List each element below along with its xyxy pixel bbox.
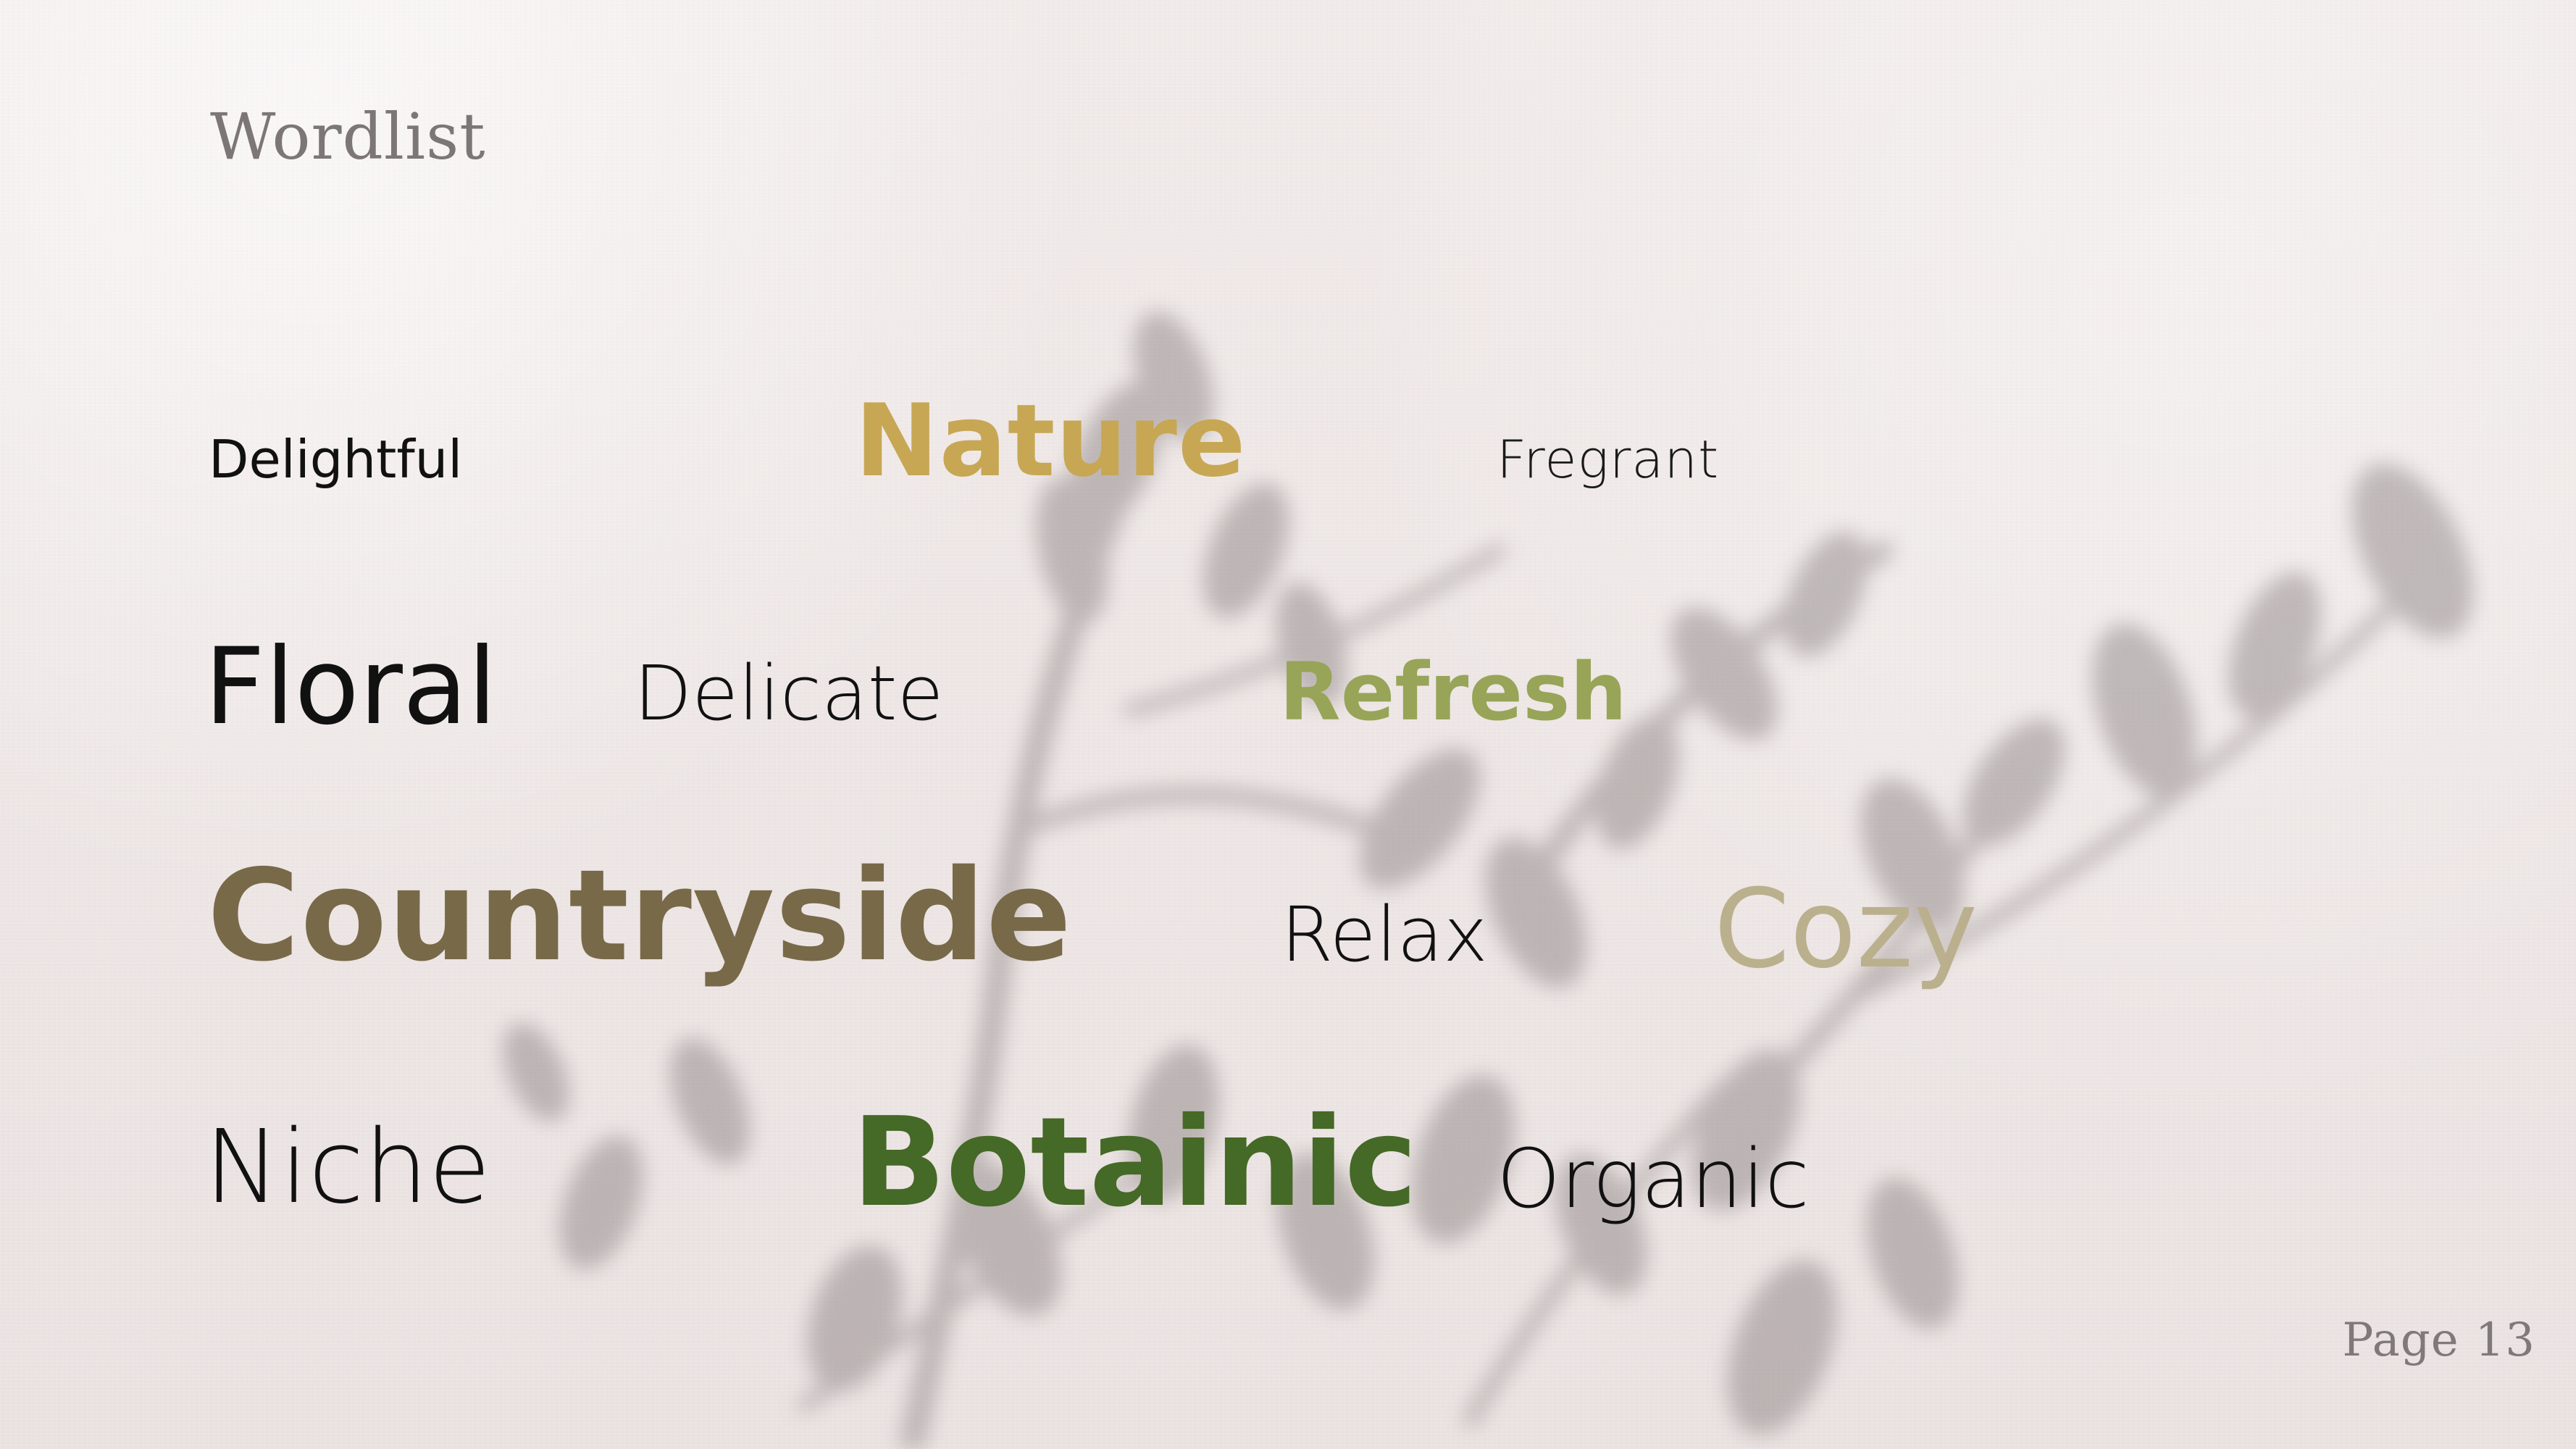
- word-floral: Floral: [204, 625, 497, 748]
- page-number-value: 13: [2475, 1314, 2535, 1367]
- word-organic: Organic: [1497, 1132, 1810, 1227]
- page-number: Page 13: [2342, 1317, 2535, 1364]
- word-relax: Relax: [1281, 890, 1488, 979]
- word-cozy: Cozy: [1714, 867, 1978, 993]
- word-delightful: Delightful: [209, 429, 463, 490]
- word-delicate: Delicate: [634, 649, 944, 738]
- word-fregrant: Fregrant: [1497, 429, 1720, 490]
- slide-canvas: Wordlist Delightful Nature Fregrant Flor…: [0, 0, 2576, 1449]
- word-botainic: Botainic: [852, 1091, 1418, 1235]
- word-refresh: Refresh: [1279, 646, 1627, 738]
- slide-title: Wordlist: [210, 99, 486, 174]
- word-countryside: Countryside: [207, 843, 1073, 990]
- page-label: Page: [2342, 1314, 2459, 1367]
- word-nature: Nature: [855, 383, 1247, 499]
- word-niche: Niche: [204, 1108, 491, 1227]
